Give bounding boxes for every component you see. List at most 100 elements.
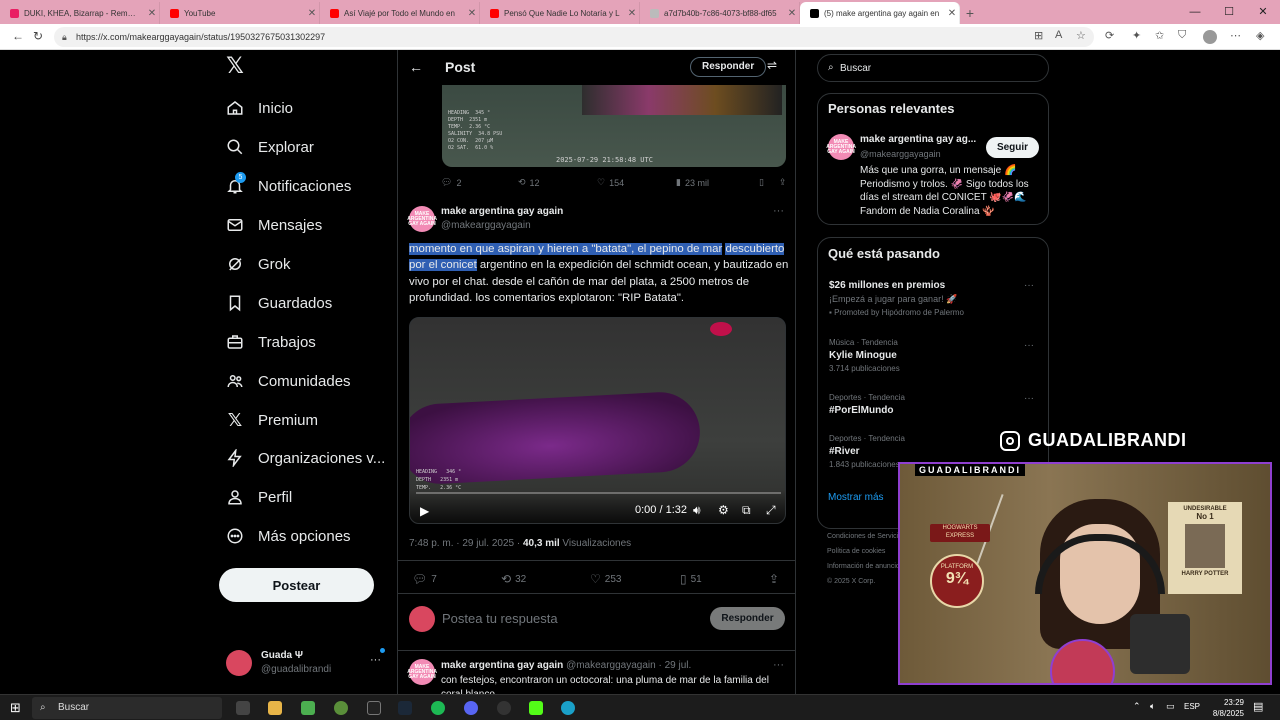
- taskbar-search[interactable]: ⌕ Buscar: [32, 697, 222, 719]
- back-icon[interactable]: ←: [12, 29, 24, 43]
- nav-jobs[interactable]: Trabajos: [226, 333, 316, 351]
- system-clock[interactable]: 23:29 8/8/2025: [1213, 697, 1244, 719]
- browser-tab[interactable]: Así Viajé por Todo el Mundo en ✕: [320, 2, 480, 24]
- close-window-icon[interactable]: ✕: [1246, 0, 1280, 24]
- back-arrow-icon[interactable]: ←: [409, 59, 423, 75]
- browser-tab[interactable]: YouTube ✕: [160, 2, 320, 24]
- trend-more-icon[interactable]: ···: [1024, 393, 1034, 404]
- nav-explore[interactable]: Explorar: [226, 138, 314, 156]
- nav-notifications[interactable]: 5 Notificaciones: [226, 172, 351, 195]
- epic-games-icon[interactable]: [367, 701, 381, 715]
- new-tab-button[interactable]: +: [960, 2, 980, 24]
- search-input[interactable]: ⌕ Buscar: [817, 54, 1049, 82]
- profile-avatar-icon[interactable]: [1203, 30, 1217, 44]
- close-icon[interactable]: ✕: [145, 8, 159, 19]
- nav-organizations[interactable]: Organizaciones v...: [226, 449, 385, 467]
- popout-icon[interactable]: ⧉: [742, 503, 751, 518]
- relevant-name[interactable]: make argentina gay ag...: [860, 134, 976, 145]
- favorite-star-icon[interactable]: ☆: [1076, 29, 1086, 42]
- close-icon[interactable]: ✕: [785, 8, 799, 19]
- tweet-timestamp[interactable]: 7:48 p. m. · 29 jul. 2025 ·: [409, 538, 523, 549]
- reply-action[interactable]: 💬︎ 7: [412, 572, 501, 586]
- browser-tab[interactable]: a7d7b40b-7c86-4073-bf88-df65 ✕: [640, 2, 800, 24]
- url-input[interactable]: 🔒︎ https://x.com/makearggayagain/status/1…: [54, 27, 1094, 47]
- copilot-icon[interactable]: ◈: [1256, 29, 1264, 42]
- discord-icon[interactable]: [464, 701, 478, 715]
- close-icon[interactable]: ✕: [465, 8, 479, 19]
- kick-icon[interactable]: [529, 701, 543, 715]
- sliders-icon[interactable]: ⇌: [767, 58, 777, 72]
- extension-icon[interactable]: ✦: [1132, 29, 1141, 42]
- read-aloud-icon[interactable]: A: [1055, 29, 1062, 41]
- shield-icon[interactable]: ⛉: [1178, 29, 1186, 42]
- account-avatar[interactable]: [226, 650, 252, 676]
- steam-icon[interactable]: [398, 701, 412, 715]
- reply-action[interactable]: 💬︎ 2: [441, 177, 518, 188]
- close-icon[interactable]: ✕: [945, 8, 959, 19]
- minecraft-icon[interactable]: [301, 701, 315, 715]
- show-more-link[interactable]: Mostrar más: [828, 492, 884, 503]
- browser-tab-active[interactable]: (5) make argentina gay again en ✕: [800, 2, 960, 24]
- spotify-icon[interactable]: [431, 701, 445, 715]
- repost-action[interactable]: ⟲ 32: [501, 572, 590, 586]
- settings-gear-icon[interactable]: ⚙: [718, 503, 729, 517]
- header-reply-button[interactable]: Responder: [690, 57, 767, 77]
- obs-icon[interactable]: [497, 701, 511, 715]
- notification-center-icon[interactable]: ▤: [1253, 700, 1263, 713]
- relevant-avatar[interactable]: MAKE ARGENTINA GAY AGAIN: [826, 134, 856, 160]
- share-icon[interactable]: ⇪: [779, 177, 787, 188]
- apps-icon[interactable]: ⊞: [1034, 29, 1043, 42]
- video-progress-bar[interactable]: [416, 492, 781, 494]
- nav-grok[interactable]: Grok: [226, 255, 291, 273]
- browser-tab[interactable]: Pensó Que Nadie Lo Notaría y L ✕: [480, 2, 640, 24]
- file-explorer-icon[interactable]: [268, 701, 282, 715]
- x-home-logo[interactable]: 𝕏: [226, 53, 244, 78]
- nav-bookmarks[interactable]: Guardados: [226, 294, 332, 312]
- bookmark-icon[interactable]: ▯: [759, 177, 779, 188]
- next-author-avatar[interactable]: MAKE ARGENTINA GAY AGAIN: [407, 659, 437, 685]
- trend-item[interactable]: $26 millones en premios ¡Empezá a jugar …: [829, 280, 1039, 317]
- account-menu-dots-icon[interactable]: ···: [370, 654, 381, 666]
- close-icon[interactable]: ✕: [625, 8, 639, 19]
- author-handle[interactable]: @makearggayagain: [441, 220, 531, 231]
- repost-action[interactable]: ⟲ 12: [518, 177, 597, 188]
- author-name[interactable]: make argentina gay again: [441, 206, 563, 217]
- nav-communities[interactable]: Comunidades: [226, 372, 351, 390]
- nav-home[interactable]: Inicio: [226, 99, 293, 117]
- reload-icon[interactable]: ↻: [33, 29, 43, 43]
- task-view-icon[interactable]: [236, 701, 250, 715]
- tweet-video[interactable]: HEADING 346 ° DEPTH 2351 m TEMP. 2.36 °C…: [409, 317, 786, 524]
- views-action[interactable]: ▮ 23 mil: [676, 177, 759, 188]
- cookies-link[interactable]: Política de cookies: [827, 544, 903, 559]
- tweet-more-icon[interactable]: ···: [773, 205, 784, 217]
- nav-profile[interactable]: Perfil: [226, 488, 292, 506]
- browser-tab[interactable]: DUKI, KHEA, Bizarrap - Rememb ✕: [0, 2, 160, 24]
- tray-chevron-icon[interactable]: ⌃: [1133, 701, 1141, 712]
- trend-item[interactable]: Música · Tendencia Kylie Minogue 3.714 p…: [829, 338, 1039, 373]
- reply-submit-button[interactable]: Responder: [710, 607, 785, 630]
- relevant-handle[interactable]: @makearggayagain: [860, 149, 941, 159]
- post-button[interactable]: Postear: [219, 568, 374, 602]
- share-icon[interactable]: ⇪: [769, 572, 779, 586]
- edge-icon[interactable]: [561, 701, 575, 715]
- network-icon[interactable]: ▭: [1166, 701, 1175, 712]
- windows-start-icon[interactable]: ⊞: [10, 700, 21, 716]
- terms-link[interactable]: Condiciones de Servicio: [827, 529, 903, 544]
- refresh-ext-icon[interactable]: ⟳: [1105, 29, 1114, 42]
- ads-info-link[interactable]: Información de anuncios: [827, 559, 903, 574]
- minimize-icon[interactable]: —: [1178, 0, 1212, 24]
- author-avatar[interactable]: MAKE ARGENTINA GAY AGAIN: [407, 206, 437, 232]
- nav-more-options[interactable]: Más opciones: [226, 527, 351, 545]
- maximize-icon[interactable]: ☐: [1212, 0, 1246, 24]
- next-author-name[interactable]: make argentina gay again: [441, 660, 563, 671]
- trend-item[interactable]: Deportes · Tendencia #PorElMundo: [829, 393, 1039, 416]
- like-action[interactable]: ♡ 253: [590, 572, 680, 586]
- trend-more-icon[interactable]: ···: [1024, 280, 1034, 291]
- menu-dots-icon[interactable]: ⋯: [1230, 29, 1241, 42]
- language-indicator[interactable]: ESP: [1184, 702, 1200, 711]
- fullscreen-icon[interactable]: ⤢: [766, 503, 776, 518]
- close-icon[interactable]: ✕: [305, 8, 319, 19]
- play-icon[interactable]: ▶: [420, 504, 429, 518]
- nav-premium[interactable]: 𝕏 Premium: [226, 410, 318, 430]
- prev-tweet-video[interactable]: HEADING 345 ° DEPTH 2351 m TEMP. 2.36 °C…: [442, 85, 786, 167]
